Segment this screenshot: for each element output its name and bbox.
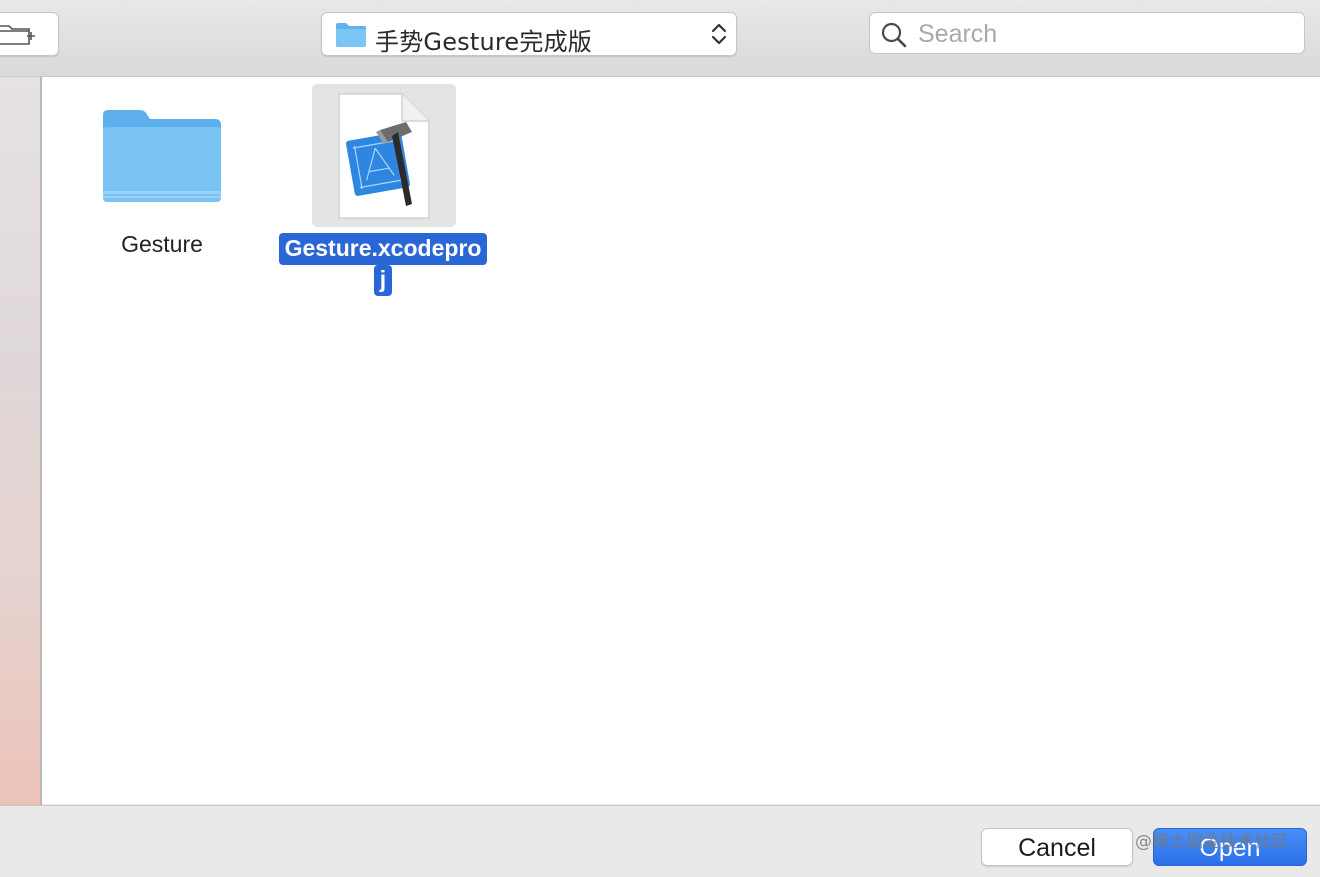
location-label: 手势Gesture完成版 [375, 28, 592, 56]
updown-chevron-icon [711, 23, 727, 45]
file-name-selected: Gesture.xcodepro j [274, 233, 492, 296]
search-input[interactable] [916, 18, 1290, 50]
folder-icon [103, 110, 221, 202]
location-popup[interactable]: 手势Gesture完成版 [321, 12, 737, 56]
new-folder-icon [0, 25, 35, 45]
search-icon [881, 22, 907, 48]
folder-icon [336, 23, 366, 47]
watermark: @稀土掘金技术社区 [1135, 832, 1288, 852]
cancel-button[interactable]: Cancel [981, 828, 1133, 866]
selection-highlight [312, 84, 456, 227]
button-bar: Cancel Open [0, 805, 1320, 877]
sidebar[interactable] [0, 77, 42, 805]
file-item-folder[interactable]: Gesture [102, 97, 222, 258]
toolbar: 手势Gesture完成版 [0, 0, 1320, 77]
file-name: Gesture [121, 231, 203, 257]
file-name-line1: Gesture.xcodepro [278, 233, 488, 265]
xcodeproj-icon [338, 93, 430, 219]
file-name-line2: j [373, 265, 393, 296]
new-folder-button[interactable] [0, 12, 59, 56]
search-field[interactable] [869, 12, 1305, 54]
file-browser[interactable]: Gesture Gesture.xcodepro j [42, 77, 1320, 804]
